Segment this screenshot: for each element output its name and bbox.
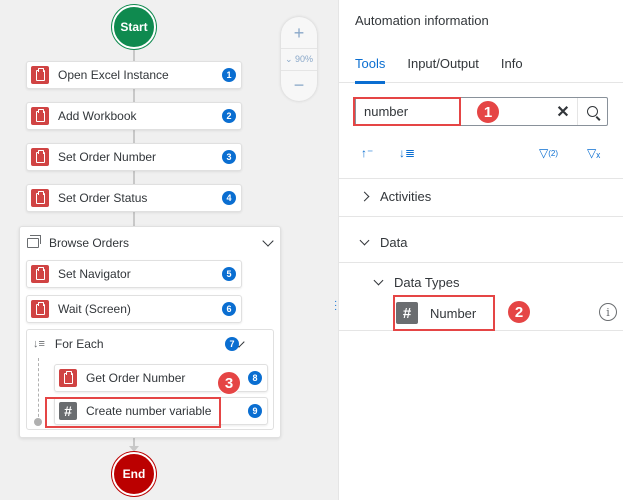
- panel-tabs: Tools Input/Output Info: [339, 49, 623, 84]
- chevron-right-icon: [359, 191, 370, 201]
- automation-info-panel: Automation information Tools Input/Outpu…: [338, 0, 623, 500]
- search-button[interactable]: [577, 98, 607, 125]
- clipboard-icon: [31, 107, 49, 125]
- clear-icon[interactable]: ✕: [549, 102, 577, 122]
- step-label: Set Order Status: [58, 191, 148, 205]
- panel-splitter-handle[interactable]: · · ·: [334, 297, 337, 315]
- callout-2: 2: [507, 300, 531, 324]
- info-icon[interactable]: i: [599, 303, 617, 321]
- chevron-down-icon[interactable]: [262, 235, 274, 247]
- zoom-control: + ⌄ 90% −: [281, 17, 317, 101]
- tree-label: Data: [380, 234, 408, 250]
- callout-3: 3: [217, 371, 241, 395]
- chevron-down-icon: [373, 275, 384, 285]
- chevron-down-icon: [359, 235, 370, 245]
- step-set-order-status[interactable]: Set Order Status 4: [26, 184, 242, 212]
- start-node[interactable]: Start: [112, 5, 156, 49]
- clipboard-icon: [31, 66, 49, 84]
- loop-label: For Each: [54, 337, 104, 351]
- clear-filter-icon[interactable]: ▽ₓ: [587, 142, 600, 164]
- clipboard-icon: [31, 189, 49, 207]
- tool-row: ↑⁻ ↓≣ ▽ (2) ▽ₓ: [355, 142, 610, 164]
- tree-data-types[interactable]: Data Types: [339, 266, 623, 298]
- zoom-level-value: 90%: [295, 53, 314, 64]
- filter-icon[interactable]: ▽ (2): [539, 142, 558, 164]
- sort-desc-icon[interactable]: ↓≣: [399, 142, 415, 164]
- step-label: Open Excel Instance: [58, 68, 169, 82]
- filter-count: (2): [548, 148, 559, 158]
- loop-header[interactable]: ↓≡ For Each: [33, 336, 245, 352]
- divider: [339, 178, 623, 179]
- step-badge: 6: [222, 302, 236, 316]
- callout-1: 1: [476, 100, 500, 124]
- highlight-box-2: [393, 295, 495, 331]
- loop-icon: ↓≡: [33, 338, 45, 350]
- sort-asc-icon[interactable]: ↑⁻: [361, 142, 373, 164]
- chevron-down-icon: ⌄: [284, 53, 296, 64]
- highlight-box-3: [45, 397, 221, 428]
- highlight-box-1: [353, 97, 461, 126]
- group-label: Browse Orders: [49, 236, 130, 250]
- group-header[interactable]: Browse Orders: [27, 235, 274, 251]
- step-set-order-number[interactable]: Set Order Number 3: [26, 143, 242, 171]
- step-wait-screen[interactable]: Wait (Screen) 6: [26, 295, 242, 323]
- divider: [339, 216, 623, 217]
- step-badge: 2: [222, 109, 236, 123]
- step-badge: 8: [248, 371, 262, 385]
- step-badge: 1: [222, 68, 236, 82]
- clipboard-icon: [31, 300, 49, 318]
- loop-end-dot: [34, 418, 42, 426]
- step-label: Add Workbook: [58, 109, 137, 123]
- zoom-level[interactable]: ⌄ 90%: [281, 47, 317, 71]
- step-open-excel-instance[interactable]: Open Excel Instance 1: [26, 61, 242, 89]
- search-icon: [587, 106, 598, 117]
- step-label: Wait (Screen): [58, 302, 131, 316]
- zoom-out-button[interactable]: −: [285, 73, 313, 97]
- tab-info[interactable]: Info: [501, 49, 523, 83]
- step-badge: 4: [222, 191, 236, 205]
- group-icon: [27, 235, 41, 248]
- clipboard-icon: [31, 148, 49, 166]
- clipboard-icon: [59, 369, 77, 387]
- step-label: Set Navigator: [58, 267, 131, 281]
- step-badge: 3: [222, 150, 236, 164]
- loop-line: [38, 358, 39, 422]
- end-node[interactable]: End: [112, 452, 156, 496]
- zoom-in-button[interactable]: +: [285, 21, 313, 45]
- step-label: Set Order Number: [58, 150, 157, 164]
- step-set-navigator[interactable]: Set Navigator 5: [26, 260, 242, 288]
- clipboard-icon: [31, 265, 49, 283]
- tab-input-output[interactable]: Input/Output: [407, 49, 479, 83]
- loop-badge: 7: [225, 337, 239, 351]
- step-badge: 5: [222, 267, 236, 281]
- process-canvas: Start + ⌄ 90% − Open Excel Instance 1 Ad…: [0, 0, 338, 500]
- step-badge: 9: [248, 404, 262, 418]
- step-add-workbook[interactable]: Add Workbook 2: [26, 102, 242, 130]
- tree-label: Data Types: [394, 274, 460, 290]
- divider: [339, 262, 623, 263]
- tree-label: Activities: [380, 188, 432, 204]
- tab-tools[interactable]: Tools: [355, 49, 386, 84]
- tree-data[interactable]: Data: [339, 226, 623, 258]
- panel-title: Automation information: [355, 13, 489, 28]
- tree-activities[interactable]: Activities: [339, 180, 623, 212]
